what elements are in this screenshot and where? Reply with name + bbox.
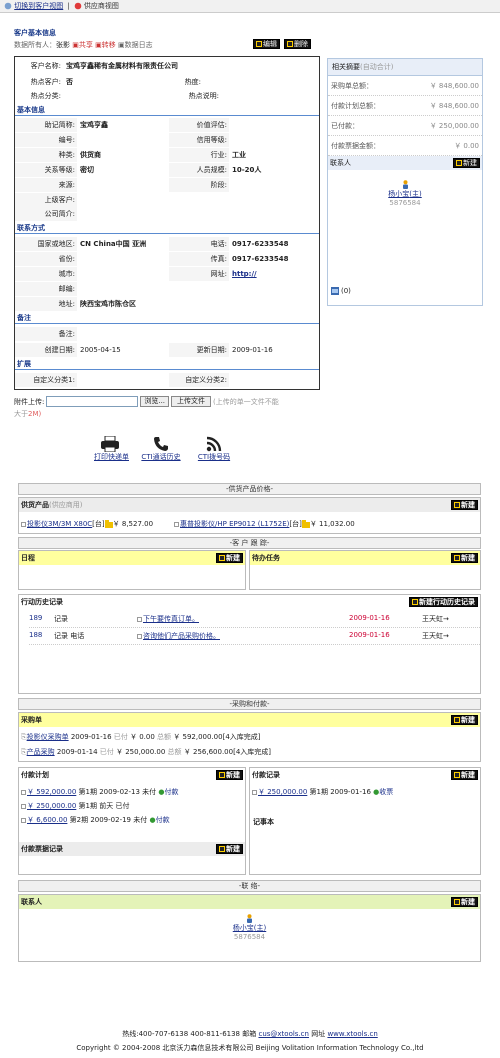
folder-icon bbox=[104, 520, 113, 528]
phone-icon bbox=[154, 437, 168, 451]
person-icon bbox=[402, 180, 408, 189]
share-link[interactable]: ▣共享 bbox=[72, 41, 93, 49]
cti-history-action[interactable]: CTI通话历史 bbox=[140, 436, 182, 462]
contact-person-link[interactable]: 杨小宝(主) bbox=[233, 924, 266, 932]
contact-person-link[interactable]: 杨小宝(主) bbox=[388, 190, 421, 198]
plan-amount-link[interactable]: ￥ 6,600.00 bbox=[27, 816, 67, 824]
group-basic-info: 基本信息 bbox=[17, 106, 45, 114]
new-task-button[interactable]: 新建 bbox=[451, 553, 478, 563]
group-contact: 联系方式 bbox=[17, 224, 45, 232]
cti-dial-action[interactable]: CTI拨号码 bbox=[193, 436, 235, 462]
supplier-view-button[interactable]: 供应商视图 bbox=[74, 1, 119, 11]
tasks-box: 待办任务 新建 bbox=[249, 550, 481, 590]
pay-link[interactable]: 付款 bbox=[164, 788, 178, 796]
purchase-link[interactable]: 投影仪采购单 bbox=[27, 733, 69, 741]
purchase-header: -采购和付款- bbox=[18, 698, 481, 710]
group-extension: 扩展 bbox=[17, 360, 31, 368]
new-schedule-button[interactable]: 新建 bbox=[216, 553, 243, 563]
history-link[interactable]: 下午要传真订单。 bbox=[143, 615, 199, 623]
switch-icon bbox=[4, 2, 12, 10]
site-link[interactable]: www.xtools.cn bbox=[327, 1030, 377, 1038]
upload-row: 附件上传: 浏览... 上传文件 (上传的单一文件不能 bbox=[14, 396, 279, 407]
print-express-action[interactable]: 打印快递单 bbox=[94, 436, 129, 462]
delete-button[interactable]: 删除 bbox=[284, 39, 311, 49]
followup-header: -客 户 跟 踪- bbox=[18, 537, 481, 549]
contacts-header: -联 络- bbox=[18, 880, 481, 892]
payment-plan-box: 付款计划 新建 ￥ 592,000.00 第1期 2009-02-13 未付 ●付… bbox=[18, 767, 246, 875]
contacts-box: 联系人 新建 杨小宝(主) 5876584 bbox=[18, 894, 481, 962]
image-icon bbox=[331, 287, 339, 295]
printer-icon bbox=[101, 436, 119, 452]
upload-button[interactable]: 上传文件 bbox=[171, 396, 212, 407]
products-box: 供货产品(供应商用) 新建 投影仪3M/3M X80C[台] ￥ 8,527.00… bbox=[18, 497, 481, 534]
history-row: 188 记录 电话 咨询他们产品采购价格。 2009-01-16 王天虹→ bbox=[29, 631, 480, 645]
pay-link[interactable]: 付款 bbox=[156, 816, 170, 824]
signal-icon bbox=[206, 436, 222, 452]
person-icon bbox=[247, 914, 252, 923]
email-link[interactable]: cus@xtools.cn bbox=[258, 1030, 309, 1038]
customer-name: 宝鸡亨鑫稀有金属材料有限责任公司 bbox=[66, 62, 178, 70]
products-header: -供货产品价格- bbox=[18, 483, 481, 495]
website-link[interactable]: http:// bbox=[232, 270, 257, 278]
new-product-button[interactable]: 新建 bbox=[451, 500, 478, 510]
data-log-link[interactable]: ▣数据日志 bbox=[118, 41, 153, 49]
purchase-box: 采购单 新建 ⎘投影仪采购单 2009-01-16 已付 ￥ 0.00 总额 ￥ … bbox=[18, 712, 481, 762]
top-toolbar: 切换到客户视图 | 供应商视图 bbox=[0, 0, 500, 13]
new-record-button[interactable]: 新建 bbox=[451, 770, 478, 780]
plan-amount-link[interactable]: ￥ 592,000.00 bbox=[27, 788, 76, 796]
history-box: 行动历史记录 新建行动历史记录 189 记录 下午要传真订单。 2009-01-1… bbox=[18, 594, 481, 694]
group-remark: 备注 bbox=[17, 314, 31, 322]
record-amount-link[interactable]: ￥ 250,000.00 bbox=[258, 788, 307, 796]
new-plan-button[interactable]: 新建 bbox=[216, 770, 243, 780]
file-input[interactable] bbox=[46, 396, 139, 407]
owner-line: 数据所有人：张影 ▣共享 ▣转移 ▣数据日志 bbox=[14, 41, 153, 49]
new-contact-button[interactable]: 新建 bbox=[451, 897, 478, 907]
customer-info-frame: 客户名称: 宝鸡亨鑫稀有金属材料有限责任公司 热点客户: 否 热度: 热点分类:… bbox=[14, 56, 320, 390]
new-contact-button[interactable]: 新建 bbox=[453, 158, 480, 168]
transfer-link[interactable]: ▣转移 bbox=[95, 41, 116, 49]
product-link[interactable]: 投影仪3M/3M X80C bbox=[27, 520, 92, 528]
plan-amount-link[interactable]: ￥ 250,000.00 bbox=[27, 802, 76, 810]
summary-panel: 相关摘要 (自动合计) 采购单总额： ￥ 848,600.00 付款计划总额： ￥ 8… bbox=[327, 58, 483, 306]
schedule-box: 日程 新建 bbox=[18, 550, 246, 590]
switch-customer-view-button[interactable]: 切换到客户视图 bbox=[4, 1, 63, 11]
new-purchase-button[interactable]: 新建 bbox=[451, 715, 478, 725]
supplier-icon bbox=[74, 2, 81, 10]
collect-link[interactable]: 收票 bbox=[379, 788, 393, 796]
new-history-button[interactable]: 新建行动历史记录 bbox=[409, 597, 478, 607]
history-link[interactable]: 咨询他们产品采购价格。 bbox=[143, 632, 220, 640]
section-title: 客户基本信息 bbox=[14, 29, 56, 37]
purchase-link[interactable]: 产品采购 bbox=[27, 748, 55, 756]
product-link[interactable]: 惠普投影仪/HP EP9012 (L1752E) bbox=[180, 520, 289, 528]
browse-button[interactable]: 浏览... bbox=[140, 396, 170, 407]
footer-copyright: Copyright © 2004-2008 北京沃力森信息技术有限公司 Beij… bbox=[76, 1044, 424, 1052]
folder-icon bbox=[301, 520, 310, 528]
payment-record-box: 付款记录 新建 ￥ 250,000.00 第1期 2009-01-16 ●收票 记… bbox=[249, 767, 481, 875]
new-bill-button[interactable]: 新建 bbox=[216, 844, 243, 854]
history-row: 189 记录 下午要传真订单。 2009-01-16 王天虹→ bbox=[29, 614, 480, 628]
edit-button[interactable]: 编辑 bbox=[253, 39, 280, 49]
footer-contact: 热线:400-707-6138 400-811-6138 邮箱 cus@xtoo… bbox=[122, 1030, 378, 1038]
